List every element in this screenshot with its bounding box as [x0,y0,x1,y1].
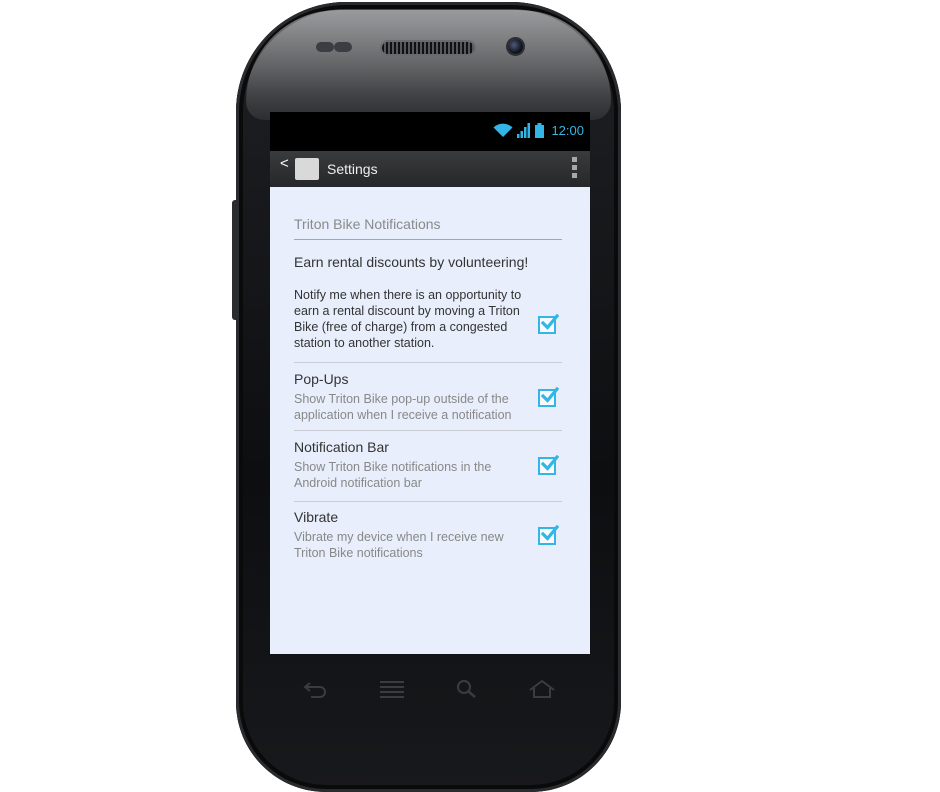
divider [294,501,562,502]
checkmark-icon [541,387,559,403]
back-button[interactable]: < [280,155,289,172]
setting-summary: Show Triton Bike pop-up outside of the a… [294,392,512,422]
setting-title: Vibrate [294,509,339,525]
checkmark-icon [541,525,559,541]
menu-nav-icon[interactable] [380,680,404,698]
checkmark-icon [541,314,559,330]
settings-list: Triton Bike Notifications Earn rental di… [270,187,590,654]
setting-summary: Show Triton Bike notifications in the An… [294,460,492,490]
setting-summary: Vibrate my device when I receive new Tri… [294,530,504,560]
setting-volunteer-notify[interactable]: Notify me when there is an opportunity t… [294,287,562,355]
intro-text: Earn rental discounts by volunteering! [294,254,529,270]
checkbox-notification-bar[interactable] [538,455,559,475]
checkmark-icon [541,455,559,471]
signal-icon [517,123,531,138]
status-time: 12:00 [551,123,584,138]
earpiece-speaker [382,42,474,54]
wifi-icon [493,123,513,137]
status-bar: 12:00 [270,112,590,151]
phone-screen: 12:00 < Settings Triton Bike Notificatio… [270,112,590,654]
category-header: Triton Bike Notifications [294,216,441,232]
checkbox-popups[interactable] [538,387,559,407]
battery-icon [535,123,545,138]
search-nav-icon[interactable] [456,680,478,698]
setting-popups[interactable]: Pop-Ups Show Triton Bike pop-up outside … [294,371,562,423]
home-nav-icon[interactable] [528,680,556,698]
volume-button [232,200,238,320]
back-nav-icon[interactable] [302,680,328,698]
setting-vibrate[interactable]: Vibrate Vibrate my device when I receive… [294,509,562,561]
phone-gloss [246,10,611,120]
checkbox-volunteer-notify[interactable] [538,314,559,334]
setting-title: Notification Bar [294,439,389,455]
page-title: Settings [327,161,378,177]
app-icon[interactable] [295,158,319,180]
setting-summary: Notify me when there is an opportunity t… [294,288,522,350]
overflow-menu-icon[interactable] [572,157,578,178]
setting-title: Pop-Ups [294,371,349,387]
setting-notification-bar[interactable]: Notification Bar Show Triton Bike notifi… [294,439,562,491]
divider [294,362,562,363]
front-camera [508,39,523,54]
checkbox-vibrate[interactable] [538,525,559,545]
proximity-sensor [316,42,334,52]
category-divider [294,239,562,240]
action-bar: < Settings [270,151,590,187]
divider [294,430,562,431]
light-sensor [334,42,352,52]
